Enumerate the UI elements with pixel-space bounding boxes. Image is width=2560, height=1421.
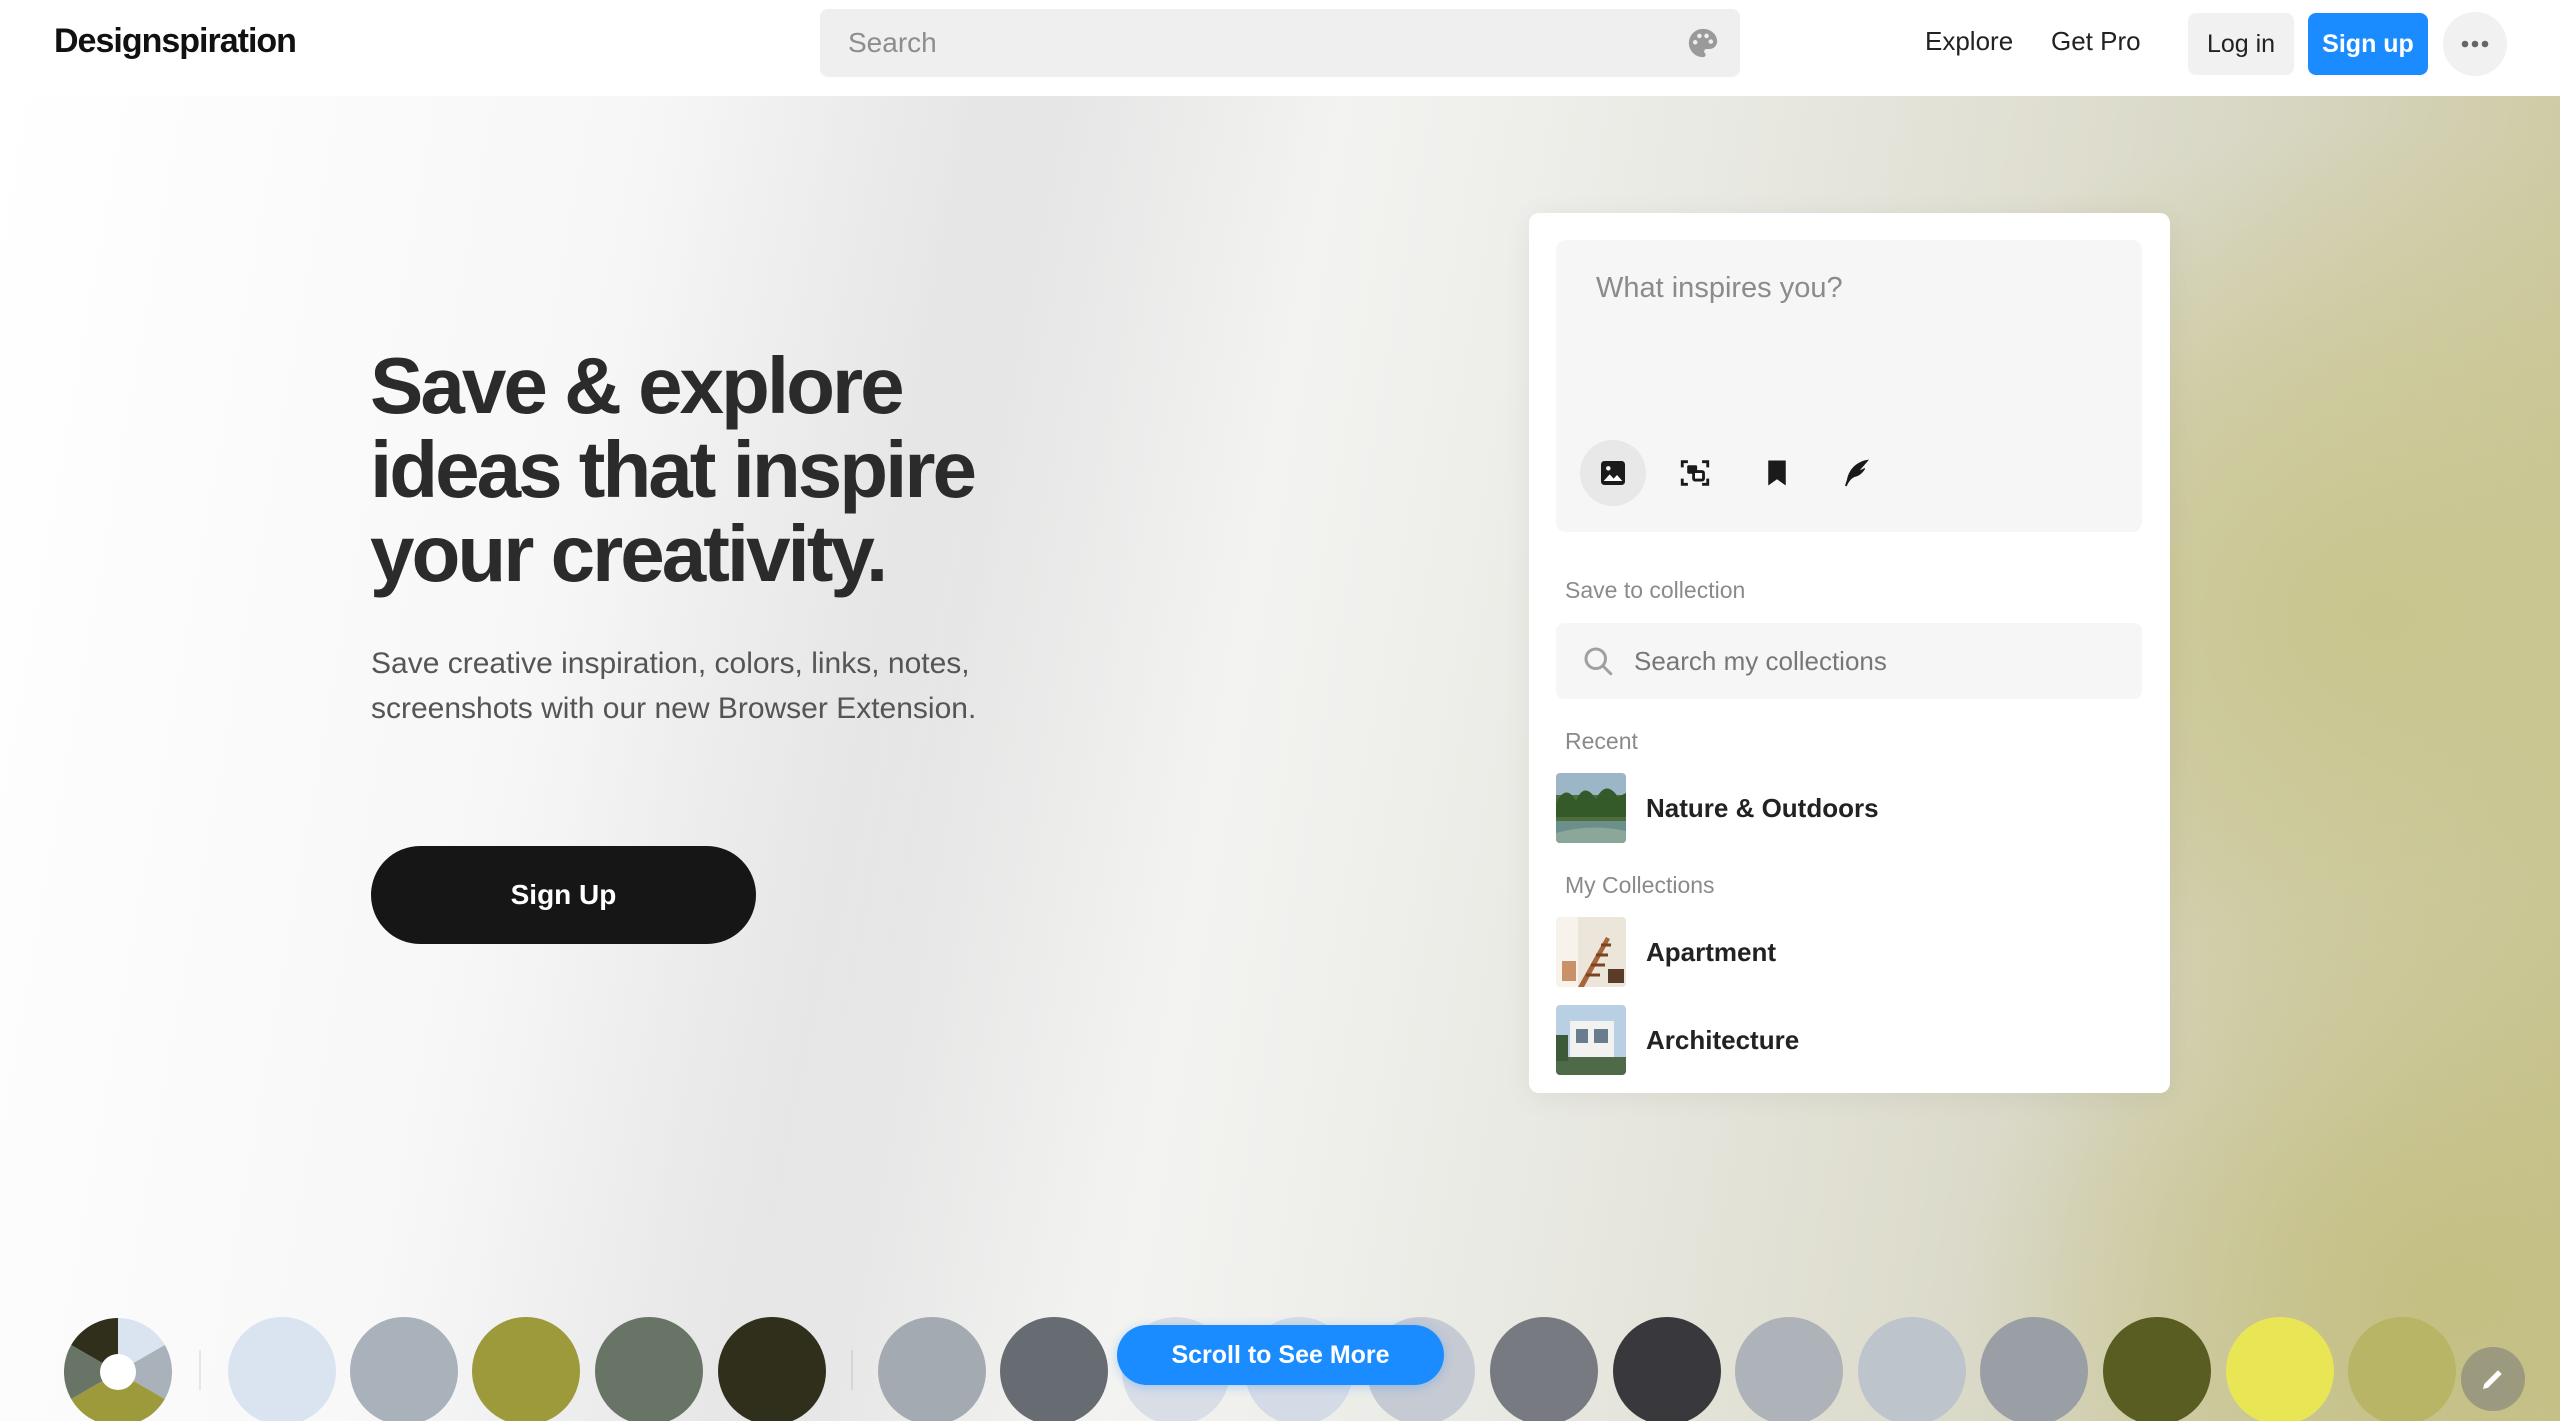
color-swatch[interactable] (2226, 1317, 2334, 1421)
signup-button[interactable]: Sign up (2308, 13, 2428, 75)
search-input[interactable] (848, 9, 1668, 77)
collection-item-apartment[interactable]: Apartment (1556, 917, 2142, 989)
more-options-button[interactable] (2443, 12, 2507, 76)
swatch-divider (199, 1350, 201, 1390)
compose-input[interactable] (1596, 272, 2116, 305)
palette-icon[interactable] (1686, 26, 1720, 60)
more-horizontal-icon (2461, 40, 2489, 47)
search-bar[interactable] (820, 9, 1740, 77)
color-swatch[interactable] (2348, 1317, 2456, 1421)
collection-thumbnail (1556, 917, 1626, 987)
color-swatch[interactable] (1490, 1317, 1598, 1421)
extension-card: Save to collection Recent Nature & Outdo… (1529, 213, 2170, 1093)
scroll-to-see-more-button[interactable]: Scroll to See More (1117, 1325, 1444, 1385)
quill-icon (1845, 459, 1869, 487)
hero-subtitle: Save creative inspiration, colors, links… (371, 647, 977, 725)
collection-item-nature-outdoors[interactable]: Nature & Outdoors (1556, 773, 2142, 845)
color-swatch[interactable] (228, 1317, 336, 1421)
recent-label: Recent (1565, 728, 1638, 754)
color-swatch[interactable] (1980, 1317, 2088, 1421)
collection-thumbnail (1556, 1005, 1626, 1075)
bookmark-icon (1768, 460, 1786, 486)
color-swatch[interactable] (718, 1317, 826, 1421)
color-swatch[interactable] (1858, 1317, 1966, 1421)
nav-explore[interactable]: Explore (1925, 26, 2013, 57)
pencil-icon (2483, 1370, 2502, 1389)
color-swatch[interactable] (2103, 1317, 2211, 1421)
top-navbar: Designspiration Explore Get Pro Log in S… (0, 0, 2560, 96)
nav-get-pro[interactable]: Get Pro (2051, 26, 2141, 57)
search-icon (1584, 647, 1613, 676)
color-swatch[interactable] (472, 1317, 580, 1421)
color-swatch[interactable] (595, 1317, 703, 1421)
image-tool-button[interactable] (1580, 440, 1646, 506)
color-swatch[interactable] (1000, 1317, 1108, 1421)
save-to-collection-label: Save to collection (1565, 577, 1746, 603)
bookmark-tool-button[interactable] (1744, 440, 1810, 506)
color-swatch[interactable] (1613, 1317, 1721, 1421)
screenshot-tool-button[interactable] (1662, 440, 1728, 506)
hero-section: Save & explore ideas that inspire your c… (0, 96, 2560, 1421)
swatch-divider (851, 1350, 853, 1390)
compose-box (1556, 240, 2142, 532)
hero-background-shadow (359, 96, 1341, 1421)
color-wheel[interactable] (63, 1318, 173, 1421)
logo[interactable]: Designspiration (54, 22, 297, 61)
image-icon (1601, 461, 1625, 485)
note-tool-button[interactable] (1824, 440, 1890, 506)
collection-name: Architecture (1646, 1025, 1800, 1055)
collection-search-input[interactable] (1634, 623, 2114, 699)
collection-search-box[interactable] (1556, 623, 2142, 699)
color-swatch[interactable] (1735, 1317, 1843, 1421)
login-button[interactable]: Log in (2188, 13, 2294, 75)
collection-item-architecture[interactable]: Architecture (1556, 1005, 2142, 1077)
collection-name: Nature & Outdoors (1646, 793, 1879, 823)
color-wheel-icon (63, 1318, 173, 1421)
edit-palette-button[interactable] (2461, 1347, 2525, 1411)
color-swatch[interactable] (350, 1317, 458, 1421)
collection-thumbnail (1556, 773, 1626, 843)
collection-name: Apartment (1646, 937, 1777, 967)
screenshot-icon (1680, 460, 1710, 486)
hero-title: Save & explore ideas that inspire your c… (370, 341, 977, 598)
my-collections-label: My Collections (1565, 872, 1715, 898)
color-swatch[interactable] (878, 1317, 986, 1421)
hero-signup-button[interactable]: Sign Up (371, 846, 756, 944)
